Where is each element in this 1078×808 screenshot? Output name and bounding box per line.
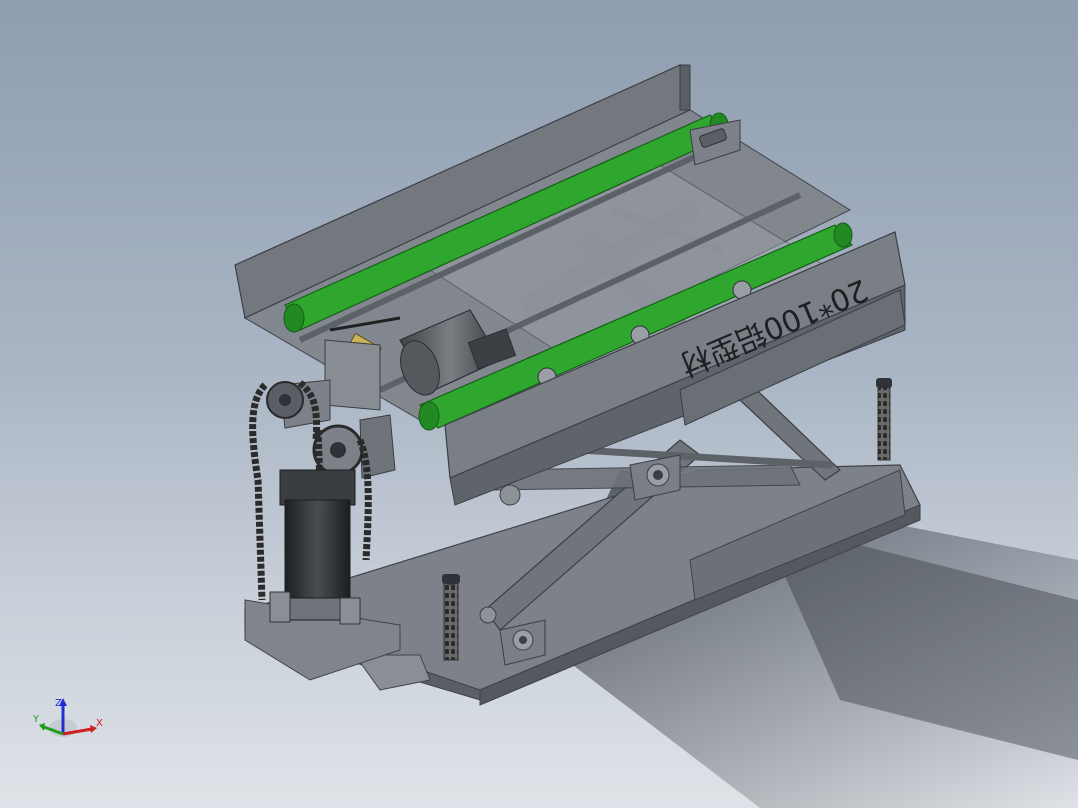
y-axis-label: Y	[32, 714, 40, 725]
cad-viewport[interactable]: 20*100铝型材 Z X Y	[0, 0, 1078, 808]
sprocket-upper[interactable]	[266, 381, 304, 419]
x-axis-label: X	[96, 718, 103, 729]
guide-post-right	[876, 378, 892, 461]
view-orientation-triad[interactable]: Z X Y	[32, 698, 103, 737]
cad-model-view[interactable]: 20*100铝型材 Z X Y	[0, 0, 1078, 808]
guide-post-left	[442, 574, 460, 661]
lift-cylinder[interactable]	[269, 469, 361, 625]
z-axis-label: Z	[55, 698, 62, 709]
